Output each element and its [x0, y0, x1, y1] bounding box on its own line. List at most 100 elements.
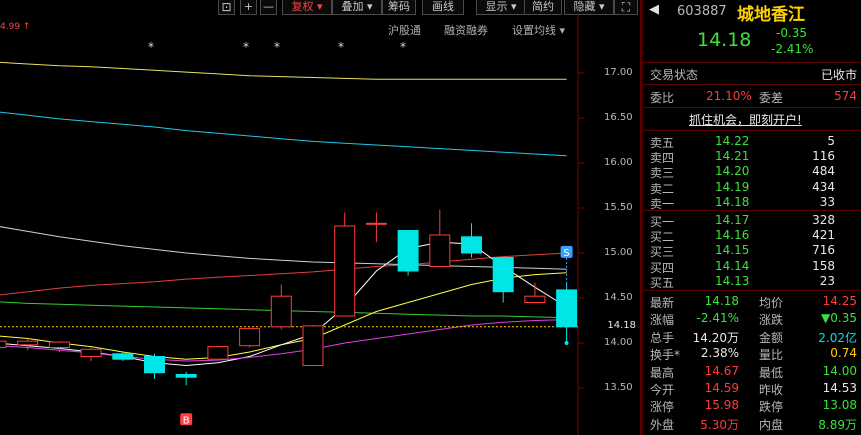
order-price: 14.14 — [715, 258, 750, 273]
sell-order-row[interactable]: 卖四 14.21 116 — [643, 149, 861, 165]
stat-row: 涨幅 -2.41% 涨跌 ▼0.35 — [643, 311, 861, 327]
buy-order-row[interactable]: 买五 14.13 23 — [643, 274, 861, 290]
candle-body — [492, 257, 514, 293]
stat-value: 14.25 — [822, 294, 857, 308]
weibi-row: 委比 21.10% 委差 574 — [650, 89, 857, 105]
event-star-icon[interactable]: * — [148, 40, 154, 54]
event-star-icon[interactable]: * — [338, 40, 344, 54]
order-volume: 421 — [812, 228, 835, 243]
stat-value: 0.74 — [830, 346, 857, 361]
order-volume: 158 — [812, 258, 835, 273]
margin-trading-link[interactable]: 融资融券 — [444, 22, 488, 38]
prev-stock-arrow-icon[interactable]: ◀ — [649, 2, 659, 17]
divider — [643, 210, 861, 211]
stat-row: 最高 14.67 最低 14.00 — [643, 364, 861, 380]
order-price: 14.21 — [715, 149, 750, 164]
price-change: -0.35 — [776, 26, 808, 40]
ma-line — [0, 111, 567, 157]
candle-body — [556, 289, 578, 328]
kline-chart-svg[interactable]: BS — [0, 0, 640, 435]
buy-order-row[interactable]: 买二 14.16 421 — [643, 228, 861, 244]
stat-value: 14.20万 — [692, 330, 739, 345]
stat-row: 最新 14.18 均价 14.25 — [643, 294, 861, 310]
draw-line-button[interactable]: 画线 — [422, 0, 464, 15]
low-dot — [564, 341, 569, 345]
candle-body — [302, 325, 324, 366]
stat-label: 最新 — [650, 296, 675, 310]
stat-row: 今开 14.59 昨收 14.53 — [643, 381, 861, 397]
candle-body — [524, 295, 546, 304]
stock-code: 603887 — [677, 4, 727, 19]
divider — [643, 84, 861, 85]
ma-line — [0, 61, 567, 80]
layout-icon-button[interactable]: ⊡ — [218, 0, 235, 15]
stat-value: 14.18 — [704, 294, 739, 308]
event-star-icon[interactable]: * — [400, 40, 406, 54]
divider — [643, 107, 861, 108]
order-volume: 5 — [827, 134, 835, 148]
hide-dropdown[interactable]: 隐藏 ▾ — [564, 0, 614, 15]
ma-settings-link[interactable]: 设置均线 ▾ — [512, 22, 565, 38]
stat-value: 5.30万 — [700, 417, 739, 432]
overlay-dropdown[interactable]: 叠加 ▾ — [332, 0, 382, 15]
hgt-link[interactable]: 沪股通 — [388, 22, 421, 38]
price-change-pct: -2.41% — [771, 42, 814, 56]
divider — [643, 290, 861, 291]
y-tick-label: 16.00 — [604, 157, 633, 168]
candle-body — [207, 346, 229, 360]
sell-marker-label: S — [563, 248, 569, 259]
stat-label: 涨幅 — [650, 313, 675, 328]
zoom-out-button[interactable]: — — [260, 0, 277, 15]
order-price: 14.20 — [715, 164, 750, 179]
current-price-tag: 14.18 — [607, 320, 636, 331]
simple-button[interactable]: 简约 — [524, 0, 562, 15]
sell-order-row[interactable]: 卖三 14.20 484 — [643, 164, 861, 180]
event-star-icon[interactable]: * — [274, 40, 280, 54]
order-volume: 33 — [819, 194, 835, 209]
sell-order-row[interactable]: 卖二 14.19 434 — [643, 180, 861, 196]
zoom-in-button[interactable]: + — [240, 0, 257, 15]
fullscreen-icon-button[interactable]: ⛶ — [614, 0, 638, 15]
sell-order-row[interactable]: 卖一 14.18 33 — [643, 195, 861, 211]
stat-value: 8.89万 — [818, 417, 857, 432]
order-price: 14.19 — [715, 179, 750, 194]
stat-label: 最低 — [759, 365, 784, 380]
stat-value: 2.38% — [700, 346, 739, 361]
sell-order-row[interactable]: 卖五 14.22 5 — [643, 134, 861, 150]
buy-order-row[interactable]: 买四 14.14 158 — [643, 259, 861, 275]
stat-label: 金额 — [759, 330, 784, 345]
candle-body — [144, 356, 165, 374]
buy-order-row[interactable]: 买三 14.15 716 — [643, 243, 861, 259]
y-tick-label: 15.50 — [604, 202, 633, 213]
stat-label: 总手 — [650, 330, 675, 345]
candle-body — [0, 340, 7, 349]
display-dropdown[interactable]: 显示 ▾ — [476, 0, 526, 15]
stat-label: 涨停 — [650, 400, 675, 415]
stat-label: 今开 — [650, 383, 675, 397]
candle-body — [80, 348, 102, 357]
buy-order-row[interactable]: 买一 14.17 328 — [643, 213, 861, 229]
order-price: 14.15 — [715, 243, 750, 258]
kline-chart-area[interactable]: BS ⊡ + — 复权 ▾ 叠加 ▾ 筹码 画线 显示 ▾ 简约 隐藏 ▾ ⛶ 4.99 ↑ 沪股通… — [0, 0, 640, 435]
order-price: 14.17 — [715, 213, 750, 227]
order-volume: 434 — [812, 179, 835, 194]
adjust-dropdown[interactable]: 复权 ▾ — [282, 0, 332, 15]
chips-button[interactable]: 筹码 — [382, 0, 416, 15]
stat-value: 15.98 — [704, 398, 739, 413]
order-level-label: 买五 — [650, 275, 675, 290]
stat-label: 换手* — [650, 348, 681, 363]
order-price: 14.22 — [715, 134, 750, 148]
stock-name: 城地香江 — [737, 5, 805, 25]
stat-row: 涨停 15.98 跌停 13.08 — [643, 398, 861, 414]
candle-body — [397, 230, 419, 272]
stat-value: -2.41% — [696, 311, 739, 326]
buy-marker-label: B — [183, 415, 190, 426]
event-star-icon[interactable]: * — [243, 40, 249, 54]
candle-body — [429, 234, 451, 267]
candle-body — [365, 222, 387, 225]
stat-value: 14.67 — [704, 363, 739, 378]
stat-value: 14.59 — [704, 381, 739, 395]
trade-status-row: 交易状态 已收市 — [650, 68, 857, 82]
candle-body — [461, 236, 482, 254]
promo-link[interactable]: 抓住机会，即刻开户! — [643, 111, 861, 127]
